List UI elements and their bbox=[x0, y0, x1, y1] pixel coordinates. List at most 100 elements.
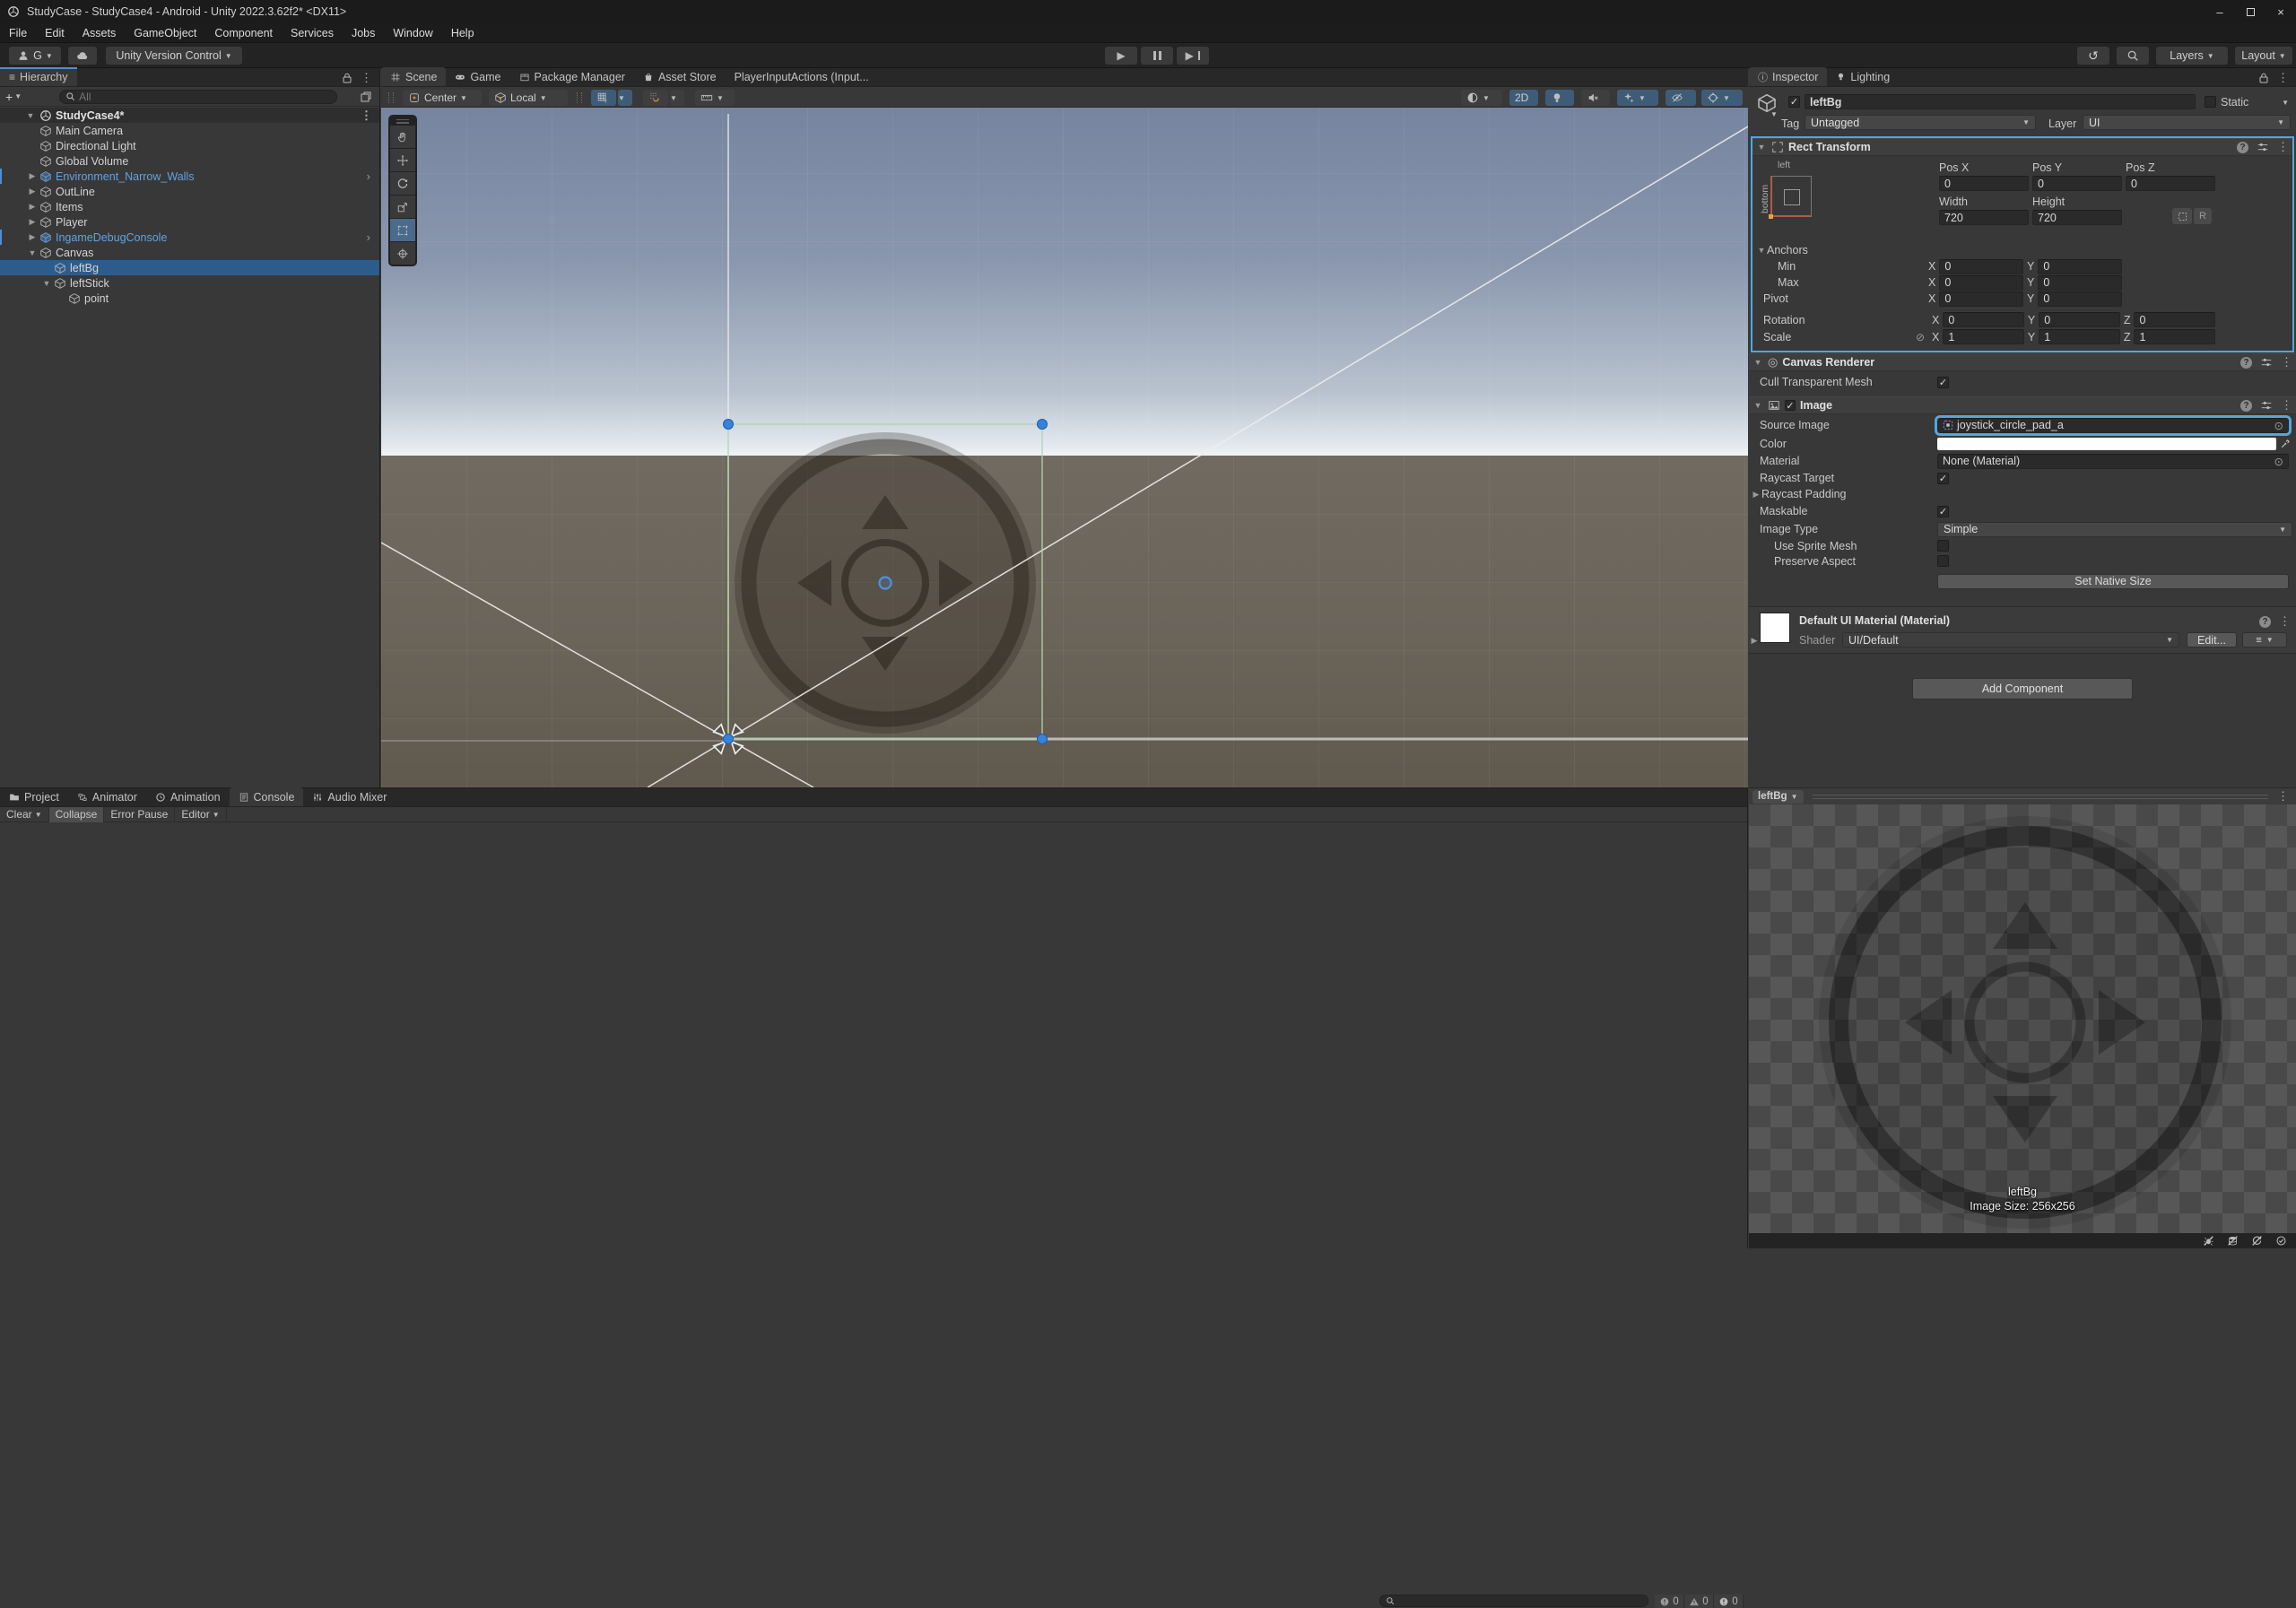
pos-y-field[interactable]: 0 bbox=[2032, 176, 2122, 191]
hierarchy-item-items[interactable]: ▶Items bbox=[0, 199, 379, 214]
panel-menu-icon[interactable]: ⋮ bbox=[361, 71, 372, 85]
tag-dropdown[interactable]: Untagged▼ bbox=[1805, 115, 2036, 130]
set-native-size-button[interactable]: Set Native Size bbox=[1937, 574, 2289, 589]
foldout-icon[interactable]: ▶ bbox=[1751, 490, 1761, 500]
grid-snap-toggle[interactable]: Y bbox=[591, 90, 616, 106]
tool-handle-rotation-dropdown[interactable]: Local▼ bbox=[489, 90, 568, 106]
active-checkbox[interactable]: ✓ bbox=[1788, 96, 1800, 108]
hierarchy-item-leftbg[interactable]: leftBg bbox=[0, 260, 379, 275]
error-count-toggle[interactable]: 0 bbox=[1714, 1595, 1744, 1608]
maximize-button[interactable] bbox=[2235, 0, 2266, 23]
component-menu-icon[interactable]: ⋮ bbox=[2277, 140, 2289, 154]
preview-target-dropdown[interactable]: leftBg▼ bbox=[1752, 790, 1804, 804]
layers-dropdown[interactable]: Layers▼ bbox=[2156, 47, 2228, 65]
anchor-max-y-field[interactable]: 0 bbox=[2038, 275, 2122, 291]
menu-help[interactable]: Help bbox=[442, 23, 483, 43]
console-search-input[interactable] bbox=[1398, 1595, 1642, 1607]
expander-icon[interactable]: ▼ bbox=[25, 111, 36, 120]
anchor-max-x-field[interactable]: 0 bbox=[1939, 275, 2023, 291]
tab-asset-store[interactable]: Asset Store bbox=[634, 67, 726, 86]
use-sprite-mesh-checkbox[interactable] bbox=[1937, 540, 1949, 552]
presets-icon[interactable] bbox=[2260, 399, 2273, 412]
material-object-field[interactable]: None (Material) ⊙ bbox=[1937, 454, 2289, 469]
increment-snap-toggle[interactable] bbox=[643, 90, 668, 106]
menu-file[interactable]: File bbox=[0, 23, 36, 43]
collapse-toggle[interactable]: Collapse bbox=[49, 807, 105, 822]
scene-viewport[interactable] bbox=[381, 108, 1748, 787]
menu-component[interactable]: Component bbox=[205, 23, 282, 43]
hierarchy-item-directional-light[interactable]: Directional Light bbox=[0, 138, 379, 153]
preview-resize-handle[interactable] bbox=[1813, 795, 2268, 799]
tab-playerinputactions-input-[interactable]: PlayerInputActions (Input... bbox=[726, 67, 878, 86]
width-field[interactable]: 720 bbox=[1939, 210, 2029, 225]
foldout-icon[interactable]: ▼ bbox=[1752, 358, 1763, 367]
link-broken-icon[interactable]: ⊘ bbox=[1916, 331, 1925, 343]
static-dropdown-icon[interactable]: ▼ bbox=[2282, 99, 2289, 107]
warning-count-toggle[interactable]: 0 bbox=[1684, 1595, 1714, 1608]
presets-icon[interactable] bbox=[2260, 356, 2273, 369]
panel-menu-icon[interactable]: ⋮ bbox=[2277, 71, 2289, 85]
gizmos-dropdown[interactable]: ▼ bbox=[1701, 90, 1743, 106]
foldout-icon[interactable]: ▶ bbox=[1749, 636, 1760, 646]
hierarchy-scene-row[interactable]: ▼StudyCase4*⋮ bbox=[0, 108, 379, 123]
raw-edit-button[interactable]: R bbox=[2194, 208, 2212, 224]
hierarchy-search[interactable] bbox=[59, 90, 337, 104]
menu-services[interactable]: Services bbox=[282, 23, 343, 43]
measure-tool-dropdown[interactable]: ▼ bbox=[695, 90, 735, 106]
foldout-icon[interactable]: ▼ bbox=[1756, 143, 1767, 152]
lock-icon[interactable] bbox=[341, 72, 353, 84]
scale-tool-button[interactable] bbox=[390, 196, 415, 218]
hierarchy-item-leftstick[interactable]: ▼leftStick bbox=[0, 275, 379, 291]
layout-dropdown[interactable]: Layout▼ bbox=[2235, 47, 2292, 65]
menu-gameobject[interactable]: GameObject bbox=[125, 23, 205, 43]
prefab-open-chevron-icon[interactable]: › bbox=[367, 169, 370, 183]
error-pause-toggle[interactable]: Error Pause bbox=[104, 807, 175, 822]
toolbar-grip[interactable] bbox=[388, 92, 394, 103]
debugger-detached-icon[interactable] bbox=[2203, 1235, 2214, 1247]
add-component-button[interactable]: Add Component bbox=[1912, 678, 2133, 700]
cloud-button[interactable] bbox=[68, 47, 97, 65]
prefab-open-chevron-icon[interactable]: › bbox=[367, 230, 370, 244]
rotation-z-field[interactable]: 0 bbox=[2134, 312, 2215, 327]
step-button[interactable]: ▶ bbox=[1177, 47, 1209, 65]
tab-audio-mixer[interactable]: Audio Mixer bbox=[303, 787, 396, 806]
blueprint-mode-button[interactable] bbox=[2172, 208, 2192, 224]
pos-z-field[interactable]: 0 bbox=[2126, 176, 2215, 191]
rect-tool-button[interactable] bbox=[390, 219, 415, 241]
pivot-x-field[interactable]: 0 bbox=[1939, 291, 2023, 307]
lock-icon[interactable] bbox=[2257, 72, 2270, 84]
hierarchy-item-ingamedebugconsole[interactable]: ▶IngameDebugConsole› bbox=[0, 230, 379, 245]
anchor-min-y-field[interactable]: 0 bbox=[2038, 259, 2122, 274]
grid-snap-dropdown[interactable]: ▼ bbox=[618, 90, 632, 106]
version-control-button[interactable]: Unity Version Control ▼ bbox=[106, 47, 242, 65]
layer-dropdown[interactable]: UI▼ bbox=[2083, 115, 2291, 130]
height-field[interactable]: 720 bbox=[2032, 210, 2122, 225]
status-ok-icon[interactable] bbox=[2275, 1235, 2287, 1247]
tab-package-manager[interactable]: Package Manager bbox=[510, 67, 634, 86]
shader-dropdown[interactable]: UI/Default▼ bbox=[1842, 632, 2179, 648]
draw-mode-dropdown[interactable]: ▼ bbox=[1461, 90, 1502, 106]
object-picker-icon[interactable]: ⊙ bbox=[2274, 419, 2283, 432]
tab-game[interactable]: Game bbox=[446, 67, 509, 86]
scale-z-field[interactable]: 1 bbox=[2134, 329, 2215, 344]
hierarchy-item-player[interactable]: ▶Player bbox=[0, 214, 379, 230]
hierarchy-search-input[interactable] bbox=[79, 91, 331, 103]
menu-jobs[interactable]: Jobs bbox=[343, 23, 384, 43]
foldout-icon[interactable]: ▼ bbox=[1756, 246, 1767, 255]
hierarchy-item-main-camera[interactable]: Main Camera bbox=[0, 123, 379, 138]
cull-transparent-mesh-checkbox[interactable]: ✓ bbox=[1937, 377, 1949, 388]
help-icon[interactable]: ? bbox=[2259, 616, 2271, 628]
raycast-target-checkbox[interactable]: ✓ bbox=[1937, 473, 1949, 484]
material-preview-swatch[interactable] bbox=[1760, 613, 1790, 643]
help-icon[interactable]: ? bbox=[2240, 357, 2252, 369]
component-menu-icon[interactable]: ⋮ bbox=[2281, 355, 2292, 369]
2d-mode-toggle[interactable]: 2D bbox=[1509, 90, 1538, 106]
shader-edit-button[interactable]: Edit... bbox=[2187, 632, 2237, 648]
increment-snap-dropdown[interactable]: ▼ bbox=[670, 90, 684, 106]
palette-drag-handle[interactable] bbox=[390, 117, 415, 125]
hierarchy-item-point[interactable]: point bbox=[0, 291, 379, 306]
scene-menu-icon[interactable]: ⋮ bbox=[361, 109, 372, 123]
toolbar-grip[interactable] bbox=[577, 92, 582, 103]
image-type-dropdown[interactable]: Simple▼ bbox=[1937, 522, 2292, 537]
hierarchy-item-canvas[interactable]: ▼Canvas bbox=[0, 245, 379, 260]
